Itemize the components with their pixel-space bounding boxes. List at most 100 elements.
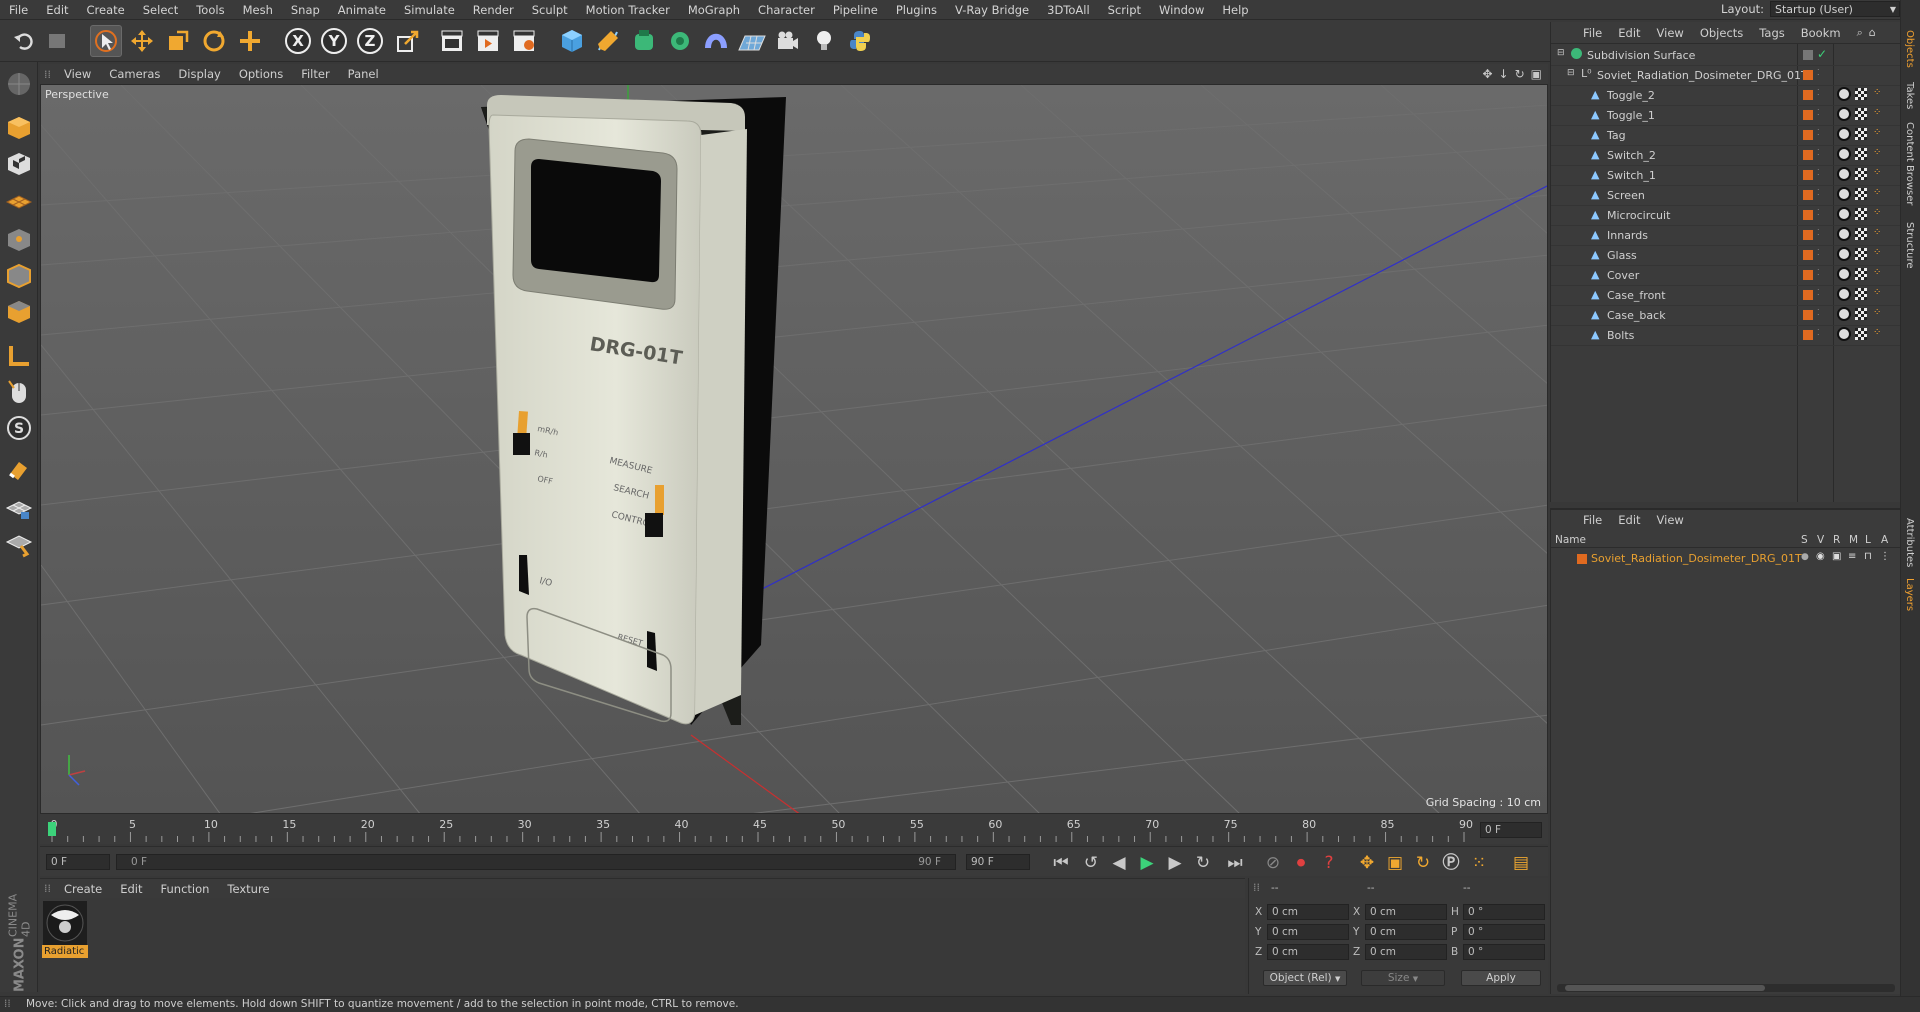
menu-mograph[interactable]: MoGraph — [679, 3, 749, 17]
size-z-field[interactable]: 0 cm — [1365, 944, 1447, 960]
phong-tag-icon[interactable]: ⁘ — [1873, 287, 1881, 298]
visibility-dots-icon[interactable]: ⁚ — [1817, 188, 1820, 197]
om-menu-view[interactable]: View — [1649, 26, 1692, 40]
size-mode-select[interactable]: Size ▼ — [1361, 970, 1445, 986]
om-row-dosimeter-group[interactable]: ⊟ L⁰ Soviet_Radiation_Dosimeter_DRG_01T … — [1551, 66, 1901, 86]
phong-tag-icon[interactable]: ⁘ — [1873, 327, 1881, 338]
menu-help[interactable]: Help — [1213, 3, 1257, 17]
playhead-marker[interactable] — [48, 822, 56, 836]
phong-tag-icon[interactable]: ⁘ — [1873, 127, 1881, 138]
viewport-menu-view[interactable]: View — [55, 67, 100, 81]
visibility-dots-icon[interactable]: ⁚ — [1817, 88, 1820, 97]
visibility-dots-icon[interactable]: ⁚ — [1817, 228, 1820, 237]
autokey-button[interactable]: ⏺ — [1290, 853, 1312, 873]
phong-tag-icon[interactable]: ⁘ — [1873, 107, 1881, 118]
lm-menu-view[interactable]: View — [1649, 513, 1692, 527]
material-tag-icon[interactable] — [1837, 327, 1851, 341]
phong-tag-icon[interactable]: ⁘ — [1873, 167, 1881, 178]
om-row-child[interactable]: ▲ Case_back ⁚ ⁘ — [1551, 306, 1901, 326]
menu-render[interactable]: Render — [464, 3, 523, 17]
material-tag-icon[interactable] — [1837, 267, 1851, 281]
axis-mode-button[interactable] — [3, 340, 35, 372]
add-cube-button[interactable] — [556, 25, 588, 57]
visibility-dots-icon[interactable]: ⁚ — [1817, 208, 1820, 217]
om-menu-bookmarks[interactable]: Bookm — [1793, 26, 1849, 40]
position-x-field[interactable]: 0 cm — [1267, 904, 1349, 920]
texture-tag-icon[interactable] — [1855, 208, 1867, 220]
viewport-menu-filter[interactable]: Filter — [292, 67, 338, 81]
tab-layers[interactable]: Layers — [1904, 578, 1915, 611]
material-tag-icon[interactable] — [1837, 187, 1851, 201]
phong-tag-icon[interactable]: ⁘ — [1873, 207, 1881, 218]
current-frame-field[interactable]: 0 F — [1480, 822, 1542, 838]
collapse-icon[interactable]: ⊟ — [1567, 68, 1575, 78]
om-row-child[interactable]: ▲ Case_front ⁚ ⁘ — [1551, 286, 1901, 306]
texture-tag-icon[interactable] — [1855, 148, 1867, 160]
lm-menu-edit[interactable]: Edit — [1610, 513, 1648, 527]
visibility-dots-icon[interactable]: ⁚ — [1817, 268, 1820, 277]
next-frame-button[interactable]: ▶ — [1164, 853, 1186, 873]
texture-tag-icon[interactable] — [1855, 88, 1867, 100]
pan-view-icon[interactable]: ✥ — [1482, 67, 1492, 81]
om-row-child[interactable]: ▲ Innards ⁚ ⁘ — [1551, 226, 1901, 246]
texture-tag-icon[interactable] — [1855, 168, 1867, 180]
visibility-dots-icon[interactable]: ⁚ — [1817, 288, 1820, 297]
timeline-window-button[interactable]: ▤ — [1510, 853, 1532, 873]
model-mode-button[interactable] — [3, 112, 35, 144]
material-tag-icon[interactable] — [1837, 247, 1851, 261]
texture-tag-icon[interactable] — [1855, 308, 1867, 320]
layer-row[interactable]: Soviet_Radiation_Dosimeter_DRG_01T ● ◉ ▣… — [1551, 550, 1901, 568]
material-name-label[interactable]: Radiatic — [42, 945, 88, 958]
dolly-view-icon[interactable]: ↓ — [1499, 67, 1509, 81]
coordinate-system-button[interactable] — [392, 25, 424, 57]
om-row-child[interactable]: ▲ Toggle_2 ⁚ ⁘ — [1551, 86, 1901, 106]
om-home-icon[interactable]: ⌂ — [1869, 26, 1876, 39]
solo-dot-icon[interactable]: ● — [1801, 552, 1809, 562]
parameter-key-button[interactable]: Ⓟ — [1440, 853, 1462, 873]
frame-range-slider[interactable]: 0 F 90 F — [116, 854, 956, 870]
point-level-key-button[interactable]: ⁙ — [1468, 853, 1490, 873]
visibility-dots-icon[interactable]: ⁚ — [1817, 108, 1820, 117]
lock-icon[interactable]: ⊓ — [1864, 551, 1872, 562]
menu-animate[interactable]: Animate — [329, 3, 395, 17]
visibility-dots-icon[interactable]: ⁚ — [1817, 68, 1820, 77]
material-tag-icon[interactable] — [1837, 307, 1851, 321]
texture-tag-icon[interactable] — [1855, 288, 1867, 300]
locked-workplane-button[interactable] — [3, 492, 35, 524]
menu-character[interactable]: Character — [749, 3, 824, 17]
menu-plugins[interactable]: Plugins — [887, 3, 946, 17]
menu-tools[interactable]: Tools — [187, 3, 233, 17]
points-mode-button[interactable] — [3, 224, 35, 256]
viewport-menu-display[interactable]: Display — [169, 67, 229, 81]
make-editable-button[interactable] — [3, 68, 35, 100]
om-menu-objects[interactable]: Objects — [1692, 26, 1751, 40]
material-tag-icon[interactable] — [1837, 107, 1851, 121]
phong-tag-icon[interactable]: ⁘ — [1873, 247, 1881, 258]
coordinate-mode-select[interactable]: Object (Rel) ▼ — [1263, 970, 1347, 986]
position-key-button[interactable]: ✥ — [1356, 853, 1378, 873]
size-y-field[interactable]: 0 cm — [1365, 924, 1447, 940]
material-tag-icon[interactable] — [1837, 227, 1851, 241]
enabled-check-icon[interactable]: ✓ — [1817, 47, 1827, 61]
end-frame-field[interactable]: 90 F — [966, 854, 1030, 870]
snap-button[interactable]: S — [3, 412, 35, 444]
rotation-h-field[interactable]: 0 ° — [1463, 904, 1545, 920]
texture-tag-icon[interactable] — [1855, 328, 1867, 340]
orbit-view-icon[interactable]: ↻ — [1515, 67, 1525, 81]
python-button[interactable] — [844, 25, 876, 57]
timeline-ruler[interactable]: 051015202530354045505560657075808590 0 F — [40, 814, 1548, 844]
om-row-child[interactable]: ▲ Screen ⁚ ⁘ — [1551, 186, 1901, 206]
enable-snap-button[interactable] — [3, 454, 35, 486]
tab-attributes[interactable]: Attributes — [1904, 518, 1915, 567]
material-swatch[interactable] — [43, 901, 87, 945]
tab-content-browser[interactable]: Content Browser — [1904, 122, 1915, 205]
menu-edit[interactable]: Edit — [37, 3, 77, 17]
add-subdivision-button[interactable] — [628, 25, 660, 57]
texture-tag-icon[interactable] — [1855, 268, 1867, 280]
menu-pipeline[interactable]: Pipeline — [824, 3, 887, 17]
om-menu-tags[interactable]: Tags — [1751, 26, 1792, 40]
om-row-child[interactable]: ▲ Toggle_1 ⁚ ⁘ — [1551, 106, 1901, 126]
menu-vray-bridge[interactable]: V-Ray Bridge — [946, 3, 1038, 17]
go-to-end-button[interactable]: ⏭ — [1224, 853, 1246, 873]
phong-tag-icon[interactable]: ⁘ — [1873, 227, 1881, 238]
